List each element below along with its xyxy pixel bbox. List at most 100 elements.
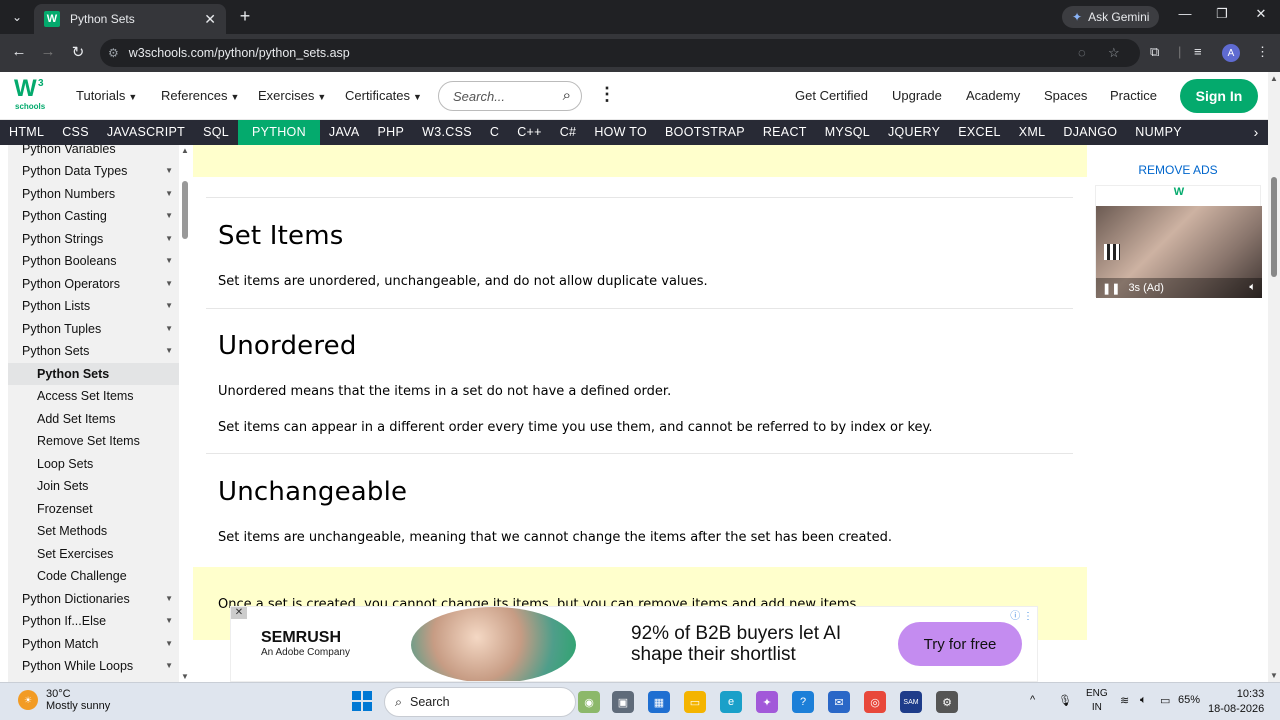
sidebar-sub-python-sets[interactable]: Python Sets <box>8 363 179 385</box>
sidebar-item-data-types[interactable]: Python Data Types ▼ <box>8 160 179 182</box>
bookmark-star-icon[interactable]: ☆ <box>1108 45 1120 61</box>
sidebar-item-sets[interactable]: Python Sets ▼ <box>8 340 179 362</box>
tab-sql[interactable]: SQL <box>194 120 238 145</box>
battery-icon[interactable]: ▭ <box>1160 694 1170 707</box>
chevron-right-icon[interactable]: › <box>1244 120 1268 145</box>
microphone-icon[interactable]: 🎙︎ <box>1058 694 1072 707</box>
chrome-icon[interactable]: ◎ <box>864 691 886 713</box>
tab-php[interactable]: PHP <box>369 120 414 145</box>
edge-icon[interactable]: e <box>720 691 742 713</box>
sidebar-item-dictionaries[interactable]: Python Dictionaries ▼ <box>8 588 179 610</box>
eye-off-icon[interactable]: ◌ <box>1078 45 1086 60</box>
close-window-icon[interactable]: ✕ <box>1246 6 1276 22</box>
remove-ads-link[interactable]: REMOVE ADS <box>1088 163 1268 177</box>
tab-java[interactable]: JAVA <box>320 120 369 145</box>
sidebar-sub-set-methods[interactable]: Set Methods <box>8 520 179 542</box>
tab-django[interactable]: DJANGO <box>1054 120 1126 145</box>
scrollbar-thumb[interactable] <box>1271 177 1277 277</box>
page-scrollbar[interactable]: ▲ ▼ <box>1268 72 1280 682</box>
samsung-icon[interactable]: SAM <box>900 691 922 713</box>
sidebar-sub-remove-set-items[interactable]: Remove Set Items <box>8 430 179 452</box>
w3schools-logo[interactable]: W 3 schools <box>14 77 50 114</box>
tab-mysql[interactable]: MYSQL <box>816 120 879 145</box>
sidebar-sub-set-exercises[interactable]: Set Exercises <box>8 543 179 565</box>
clock[interactable]: 10:33 18-08-2026 <box>1208 687 1264 717</box>
sidebar-item-operators[interactable]: Python Operators ▼ <box>8 273 179 295</box>
sidebar-item-if-else[interactable]: Python If...Else ▼ <box>8 610 179 632</box>
windows-start-icon[interactable] <box>352 691 372 711</box>
wifi-icon[interactable]: ≋ <box>1120 694 1129 707</box>
sidebar-sub-loop-sets[interactable]: Loop Sets <box>8 453 179 475</box>
pause-icon[interactable]: ❚❚ <box>1102 282 1120 295</box>
profile-avatar[interactable]: A <box>1222 44 1240 62</box>
sidebar-item-while-loops[interactable]: Python While Loops ▼ <box>8 655 179 677</box>
site-info-icon[interactable]: ⚙ <box>108 46 119 60</box>
sidebar-sub-access-set-items[interactable]: Access Set Items <box>8 385 179 407</box>
get-certified-link[interactable]: Get Certified <box>795 88 868 103</box>
back-icon[interactable]: ← <box>9 43 29 60</box>
video-ad[interactable]: W ❚❚ 3s (Ad) 🔈︎ <box>1095 185 1262 298</box>
academy-link[interactable]: Academy <box>966 88 1020 103</box>
sidebar-item-lists[interactable]: Python Lists ▼ <box>8 295 179 317</box>
sign-in-button[interactable]: Sign In <box>1180 79 1258 113</box>
sidebar-item-strings[interactable]: Python Strings ▼ <box>8 228 179 250</box>
tab-python[interactable]: PYTHON <box>238 120 320 145</box>
tab-html[interactable]: HTML <box>0 120 53 145</box>
sidebar-sub-join-sets[interactable]: Join Sets <box>8 475 179 497</box>
practice-link[interactable]: Practice <box>1110 88 1157 103</box>
sidebar-sub-add-set-items[interactable]: Add Set Items <box>8 408 179 430</box>
scroll-down-icon[interactable]: ▼ <box>1270 671 1278 680</box>
close-ad-icon[interactable]: ✕ <box>231 607 247 619</box>
tab-search-icon[interactable]: ⌄ <box>6 6 28 28</box>
maximize-icon[interactable]: ❐ <box>1207 6 1237 22</box>
extensions-icon[interactable]: ⧉ <box>1150 44 1159 60</box>
settings-gear-icon[interactable]: ⚙ <box>936 691 958 713</box>
close-tab-icon[interactable]: ✕ <box>204 11 216 28</box>
sidebar-sub-frozenset[interactable]: Frozenset <box>8 498 179 520</box>
sidebar-item-booleans[interactable]: Python Booleans ▼ <box>8 250 179 272</box>
sidebar-item-tuples[interactable]: Python Tuples ▼ <box>8 318 179 340</box>
spaces-link[interactable]: Spaces <box>1044 88 1087 103</box>
store-icon[interactable]: ▦ <box>648 691 670 713</box>
browser-tab[interactable]: W Python Sets ✕ <box>34 4 226 34</box>
help-icon[interactable]: ? <box>792 691 814 713</box>
weather-widget[interactable]: ☀ 30°C Mostly sunny <box>18 688 110 712</box>
volume-icon[interactable]: 🔈︎ <box>1140 694 1147 707</box>
scroll-down-icon[interactable]: ▼ <box>181 672 189 681</box>
sidebar-sub-code-challenge[interactable]: Code Challenge <box>8 565 179 587</box>
tab-jquery[interactable]: JQUERY <box>879 120 949 145</box>
exercises-menu[interactable]: Exercises ▼ <box>258 88 326 103</box>
tab-w3css[interactable]: W3.CSS <box>413 120 481 145</box>
tab-css[interactable]: CSS <box>53 120 98 145</box>
scroll-up-icon[interactable]: ▲ <box>181 146 189 155</box>
sidebar-item-variables[interactable]: Python Variables <box>8 145 179 160</box>
tab-csharp[interactable]: C# <box>551 120 586 145</box>
tab-numpy[interactable]: NUMPY <box>1126 120 1191 145</box>
try-for-free-button[interactable]: Try for free <box>898 622 1022 666</box>
upgrade-link[interactable]: Upgrade <box>892 88 942 103</box>
volume-icon[interactable]: 🔈︎ <box>1249 281 1256 294</box>
forward-icon[interactable]: → <box>38 43 58 60</box>
scrollbar-thumb[interactable] <box>182 181 188 239</box>
search-input[interactable]: Search... ⌕ <box>438 81 582 111</box>
tab-cpp[interactable]: C++ <box>508 120 551 145</box>
tab-excel[interactable]: EXCEL <box>949 120 1010 145</box>
scroll-up-icon[interactable]: ▲ <box>1270 74 1278 83</box>
reload-icon[interactable]: ↻ <box>68 43 88 61</box>
menu-kebab-icon[interactable]: ⋮ <box>1256 44 1269 60</box>
reading-list-icon[interactable]: ≡ <box>1194 44 1202 59</box>
minimize-icon[interactable]: — <box>1170 6 1200 21</box>
more-options-icon[interactable]: ⋮ <box>598 84 616 105</box>
ad-info-icon[interactable]: ⓘ ⋮ <box>1010 607 1033 622</box>
tab-javascript[interactable]: JAVASCRIPT <box>98 120 194 145</box>
copilot-icon[interactable]: ✦ <box>756 691 778 713</box>
address-bar[interactable]: ⚙ w3schools.com/python/python_sets.asp ◌… <box>100 39 1140 67</box>
tab-xml[interactable]: XML <box>1010 120 1055 145</box>
bottom-banner-ad[interactable]: ✕ ⓘ ⋮ SEMRUSH An Adobe Company 92% of B2… <box>230 606 1038 682</box>
language-indicator[interactable]: ENG IN <box>1086 687 1108 715</box>
sidebar-item-match[interactable]: Python Match ▼ <box>8 633 179 655</box>
tutorials-menu[interactable]: Tutorials ▼ <box>76 88 137 103</box>
tray-overflow-icon[interactable]: ^ <box>1030 694 1035 706</box>
taskbar-search[interactable]: ⌕ Search <box>384 687 576 717</box>
tab-c[interactable]: C <box>481 120 508 145</box>
